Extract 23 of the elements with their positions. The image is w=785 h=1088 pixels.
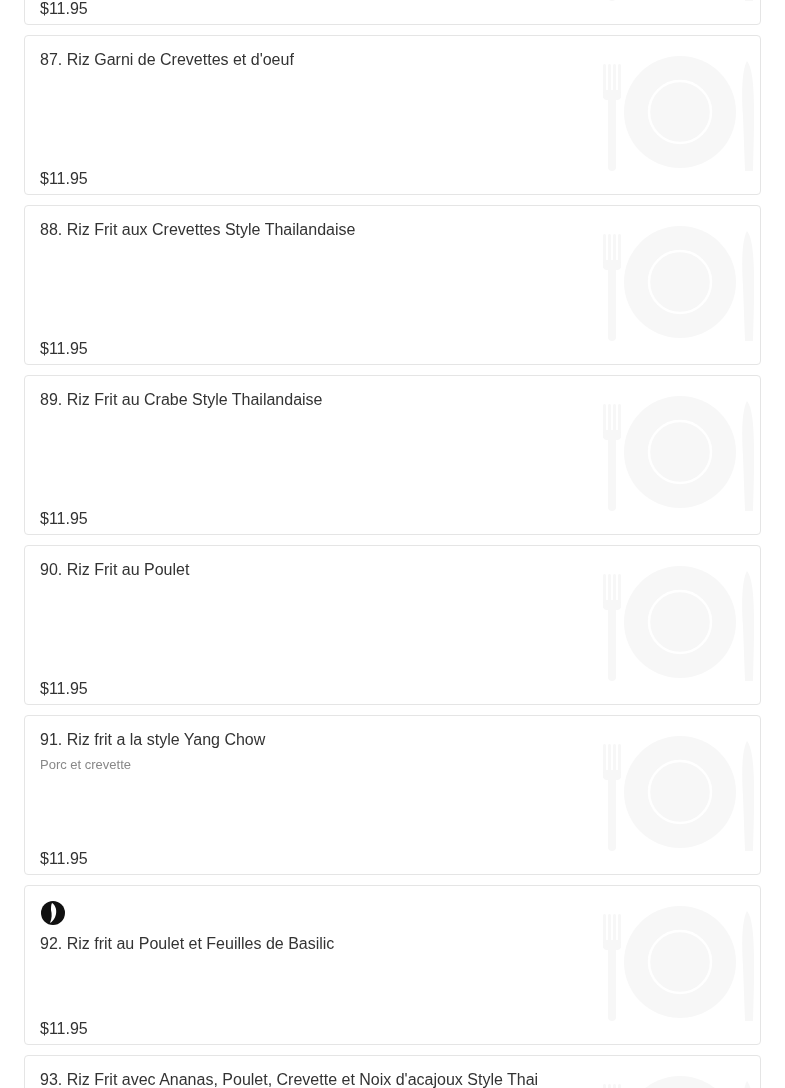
item-name: 89. Riz Frit au Crabe Style Thailandaise — [40, 390, 323, 410]
item-price: $11.95 — [40, 849, 89, 869]
item-price: $11.95 — [40, 679, 89, 699]
menu-item-card[interactable]: 90. Riz Frit au Poulet $11.95 — [24, 545, 761, 705]
item-price: $11.95 — [40, 339, 89, 359]
item-name: 87. Riz Garni de Crevettes et d'oeuf — [40, 50, 294, 70]
item-name: 91. Riz frit a la style Yang Chow — [40, 730, 266, 750]
item-name: 90. Riz Frit au Poulet — [40, 560, 190, 580]
item-name: 88. Riz Frit aux Crevettes Style Thailandaise — [40, 220, 356, 240]
item-price: $11.95 — [40, 169, 89, 189]
menu-item-card[interactable]: $11.95 — [24, 0, 761, 25]
menu-item-card[interactable]: 92. Riz frit au Poulet et Feuilles de Basilic $11.95 — [24, 885, 761, 1045]
item-description: Porc et crevette — [40, 756, 133, 774]
menu-item-card[interactable]: 88. Riz Frit aux Crevettes Style Thailandaise $11.95 — [24, 205, 761, 365]
item-price: $11.95 — [40, 0, 89, 19]
item-price: $11.95 — [40, 509, 89, 529]
menu-item-card[interactable]: 87. Riz Garni de Crevettes et d'oeuf $11.95 — [24, 35, 761, 195]
menu-item-card[interactable]: 93. Riz Frit avec Ananas, Poulet, Crevette et Noix d'acajoux Style Thai — [24, 1055, 761, 1088]
item-price: $11.95 — [40, 1019, 89, 1039]
item-name: 92. Riz frit au Poulet et Feuilles de Basilic — [40, 934, 335, 954]
menu-item-card[interactable]: 91. Riz frit a la style Yang Chow Porc et crevette $11.95 — [24, 715, 761, 875]
item-name: 93. Riz Frit avec Ananas, Poulet, Crevette et Noix d'acajoux Style Thai — [40, 1070, 539, 1088]
menu-item-card[interactable]: 89. Riz Frit au Crabe Style Thailandaise $11.95 — [24, 375, 761, 535]
